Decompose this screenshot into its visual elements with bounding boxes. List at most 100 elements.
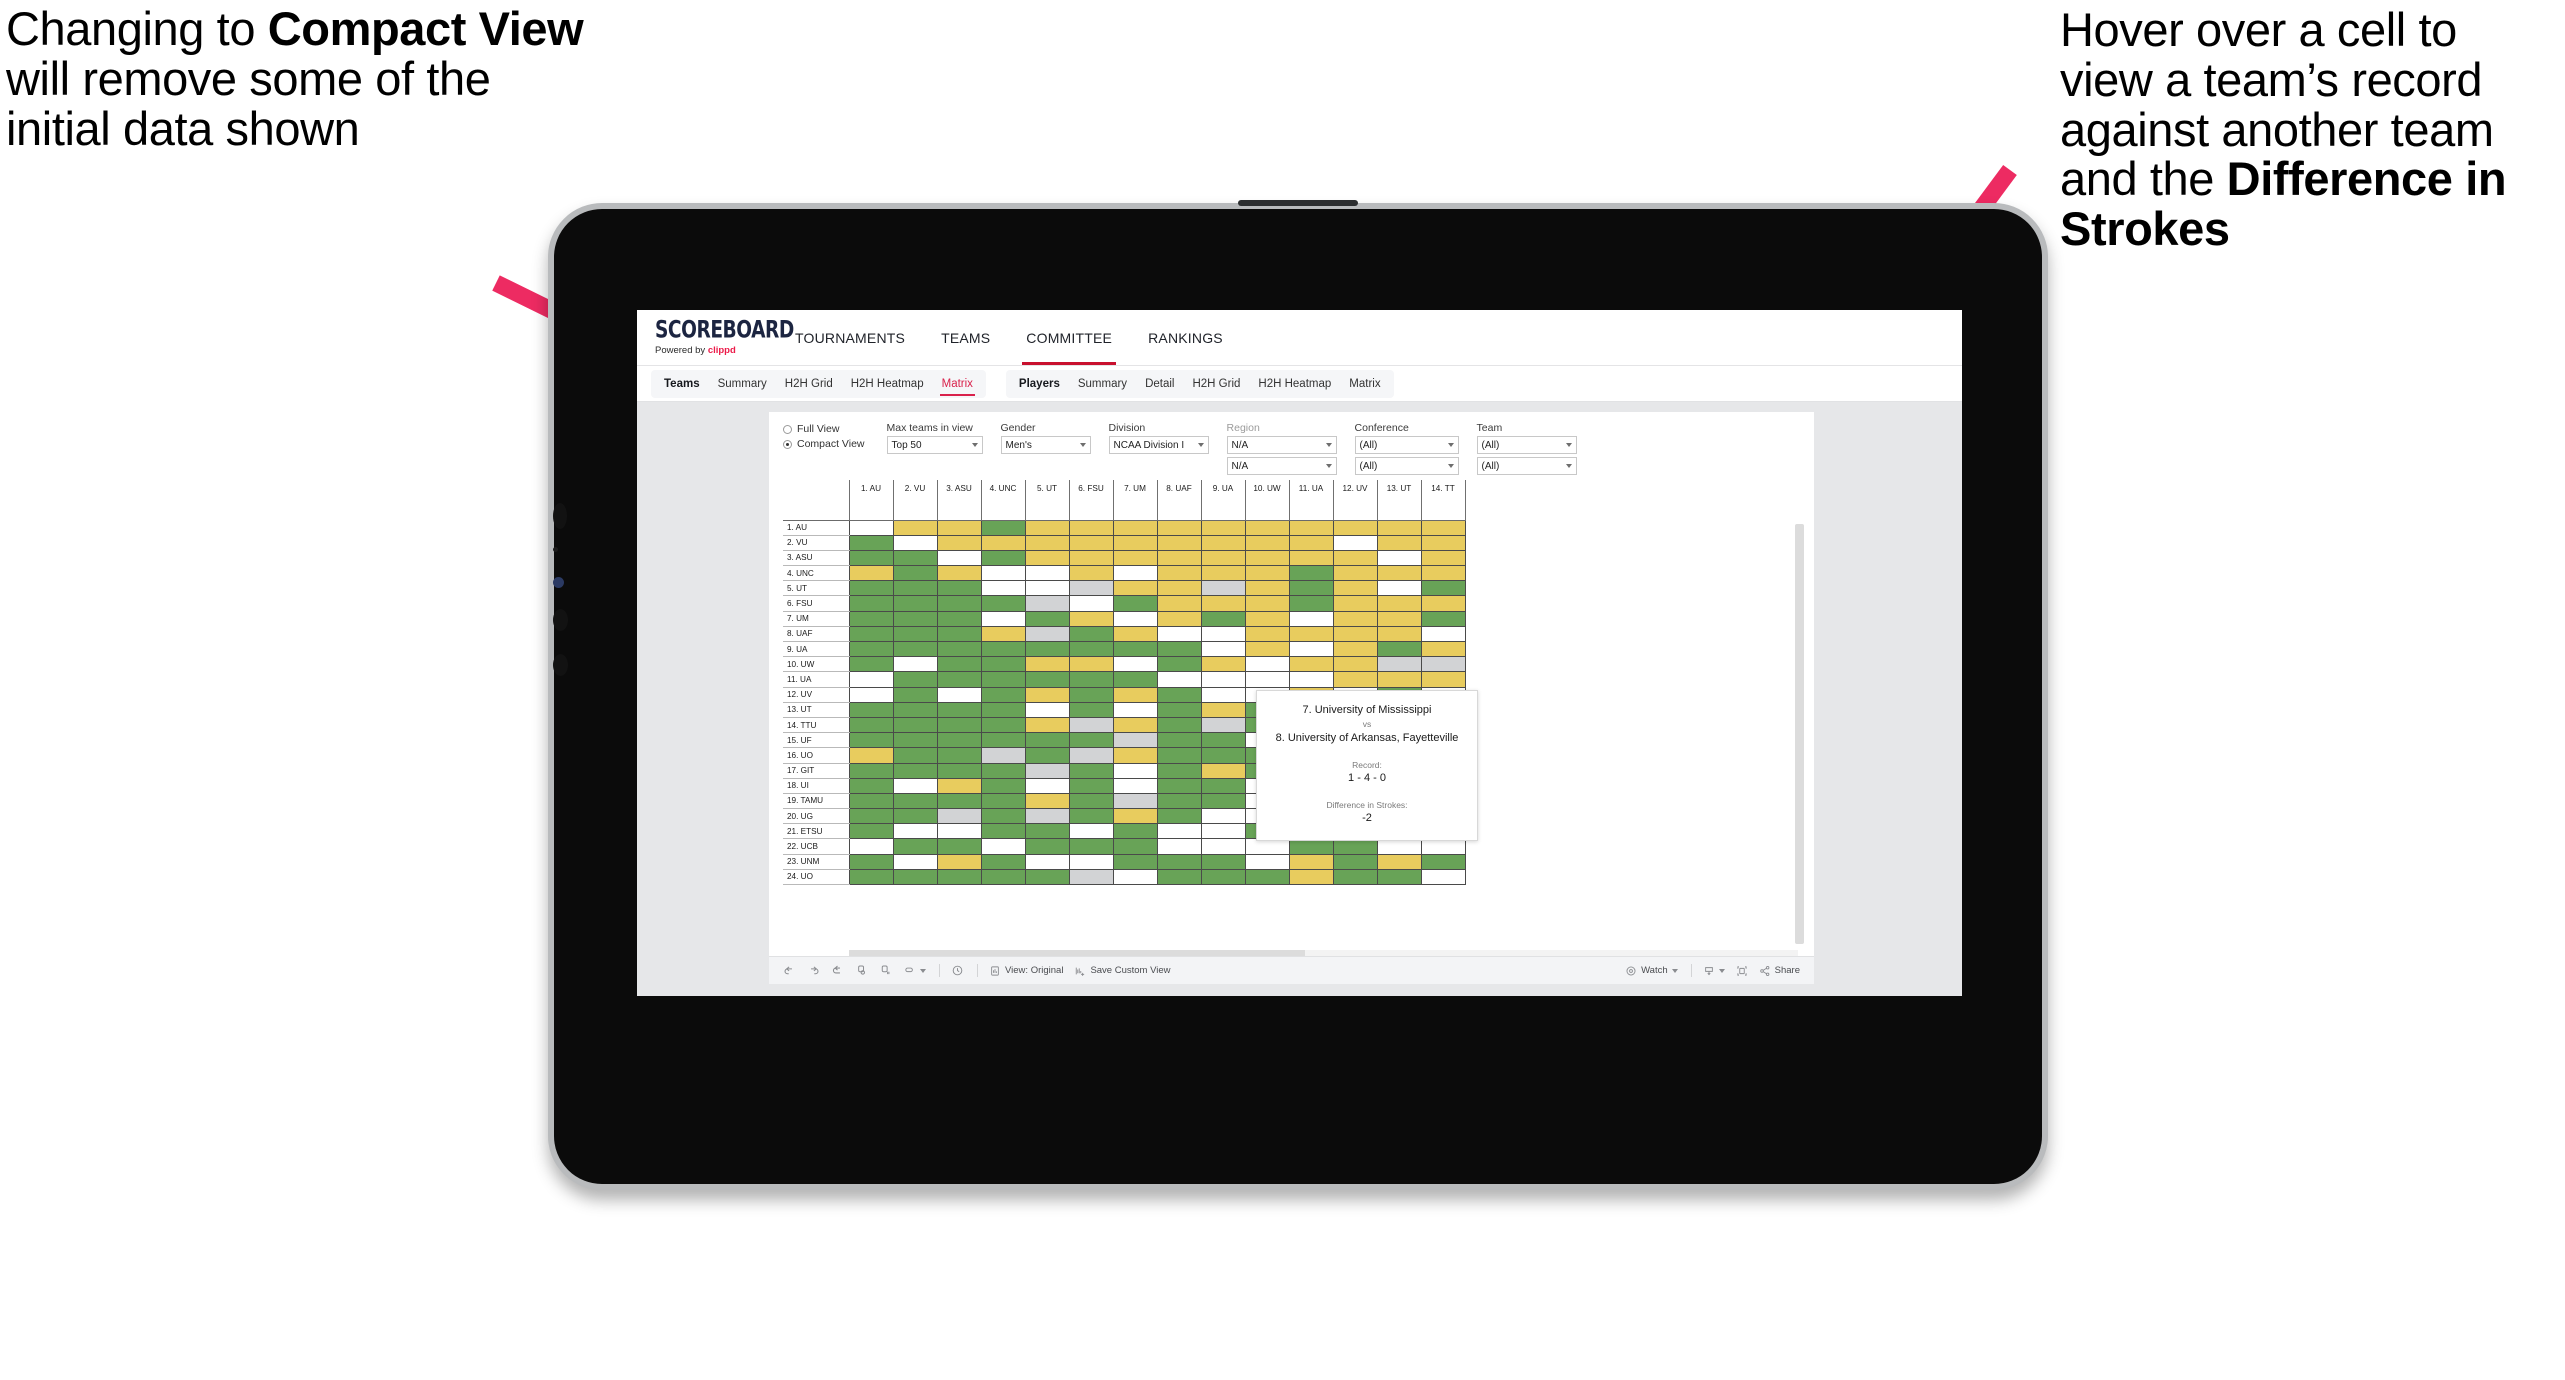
- matrix-cell[interactable]: [892, 520, 938, 536]
- matrix-cell[interactable]: [848, 671, 894, 688]
- filter-team-select-2[interactable]: (All): [1476, 457, 1577, 475]
- matrix-cell[interactable]: [980, 687, 1026, 703]
- matrix-cell[interactable]: [1156, 520, 1202, 536]
- matrix-cell[interactable]: [1288, 641, 1334, 658]
- matrix-cell[interactable]: [936, 626, 982, 643]
- matrix-cell[interactable]: [1112, 550, 1158, 567]
- matrix-cell[interactable]: [1156, 687, 1202, 703]
- matrix-cell[interactable]: [1200, 656, 1246, 673]
- matrix-cell[interactable]: [1200, 869, 1246, 886]
- matrix-cell[interactable]: [892, 717, 938, 734]
- matrix-cell[interactable]: [936, 520, 982, 536]
- matrix-cell[interactable]: [1376, 520, 1422, 536]
- matrix-cell[interactable]: [848, 854, 894, 870]
- matrix-cell[interactable]: [1288, 580, 1334, 597]
- matrix-cell[interactable]: [848, 823, 894, 840]
- matrix-cell[interactable]: [1420, 595, 1466, 612]
- matrix-cell[interactable]: [1200, 702, 1246, 718]
- matrix-cell[interactable]: [1244, 854, 1290, 870]
- matrix-cell[interactable]: [1112, 535, 1158, 551]
- radio-full-view[interactable]: Full View: [783, 422, 865, 437]
- matrix-cell[interactable]: [980, 535, 1026, 551]
- matrix-cell[interactable]: [980, 732, 1026, 749]
- matrix-cell[interactable]: [1244, 671, 1290, 688]
- share-button[interactable]: Share: [1759, 965, 1800, 977]
- matrix-cell[interactable]: [1068, 611, 1114, 627]
- matrix-cell[interactable]: [848, 550, 894, 567]
- subnav-teams-matrix[interactable]: Matrix: [933, 370, 982, 398]
- matrix-cell[interactable]: [848, 641, 894, 658]
- pause-dropdown-button[interactable]: [903, 964, 926, 977]
- matrix-cell[interactable]: [848, 611, 894, 627]
- matrix-cell[interactable]: [1024, 611, 1070, 627]
- matrix-cell[interactable]: [1024, 580, 1070, 597]
- matrix-cell[interactable]: [1068, 595, 1114, 612]
- matrix-cell[interactable]: [1288, 656, 1334, 673]
- matrix-cell[interactable]: [1244, 550, 1290, 567]
- matrix-cell[interactable]: [1244, 641, 1290, 658]
- subnav-players-matrix[interactable]: Matrix: [1340, 370, 1389, 398]
- matrix-cell[interactable]: [1244, 626, 1290, 643]
- matrix-cell[interactable]: [848, 656, 894, 673]
- matrix-cell[interactable]: [936, 656, 982, 673]
- matrix-cell[interactable]: [980, 656, 1026, 673]
- topnav-teams[interactable]: TEAMS: [923, 310, 1008, 365]
- matrix-cell[interactable]: [1200, 535, 1246, 551]
- matrix-cell[interactable]: [1200, 763, 1246, 779]
- matrix-cell[interactable]: [848, 732, 894, 749]
- matrix-cell[interactable]: [936, 702, 982, 718]
- filter-conference-select-2[interactable]: (All): [1354, 457, 1459, 475]
- matrix-cell[interactable]: [1420, 838, 1466, 855]
- matrix-cell[interactable]: [1112, 747, 1158, 764]
- matrix-cell[interactable]: [848, 717, 894, 734]
- matrix-cell[interactable]: [1068, 687, 1114, 703]
- matrix-cell[interactable]: [892, 580, 938, 597]
- matrix-cell[interactable]: [1156, 641, 1202, 658]
- matrix-cell[interactable]: [1332, 626, 1378, 643]
- matrix-cell[interactable]: [936, 565, 982, 582]
- matrix-cell[interactable]: [848, 687, 894, 703]
- matrix-cell[interactable]: [848, 626, 894, 643]
- matrix-cell[interactable]: [1420, 656, 1466, 673]
- matrix-cell[interactable]: [1244, 580, 1290, 597]
- matrix-cell[interactable]: [1156, 626, 1202, 643]
- matrix-cell[interactable]: [848, 763, 894, 779]
- matrix-cell[interactable]: [1068, 747, 1114, 764]
- matrix-cell[interactable]: [1156, 747, 1202, 764]
- matrix-cell[interactable]: [1332, 520, 1378, 536]
- matrix-cell[interactable]: [980, 747, 1026, 764]
- matrix-cell[interactable]: [936, 550, 982, 567]
- matrix-cell[interactable]: [1376, 671, 1422, 688]
- matrix-cell[interactable]: [1376, 656, 1422, 673]
- refresh-button[interactable]: [855, 964, 868, 977]
- matrix-cell[interactable]: [892, 687, 938, 703]
- matrix-cell[interactable]: [1420, 550, 1466, 567]
- matrix-cell[interactable]: [1288, 611, 1334, 627]
- matrix-cell[interactable]: [1200, 641, 1246, 658]
- matrix-cell[interactable]: [1068, 823, 1114, 840]
- matrix-cell[interactable]: [1156, 778, 1202, 794]
- matrix-cell[interactable]: [848, 520, 894, 536]
- matrix-cell[interactable]: [892, 778, 938, 794]
- matrix-cell[interactable]: [1156, 808, 1202, 825]
- download-button[interactable]: [1703, 965, 1725, 977]
- matrix-cell[interactable]: [1024, 702, 1070, 718]
- filter-team-select-1[interactable]: (All): [1476, 436, 1577, 454]
- matrix-cell[interactable]: [1376, 611, 1422, 627]
- matrix-cell[interactable]: [1288, 626, 1334, 643]
- matrix-cell[interactable]: [936, 838, 982, 855]
- matrix-cell[interactable]: [1112, 854, 1158, 870]
- matrix-cell[interactable]: [980, 595, 1026, 612]
- matrix-cell[interactable]: [936, 535, 982, 551]
- matrix-cell[interactable]: [892, 823, 938, 840]
- matrix-cell[interactable]: [848, 702, 894, 718]
- matrix-cell[interactable]: [1024, 793, 1070, 810]
- matrix-cell[interactable]: [1156, 823, 1202, 840]
- pause-refresh-clock-button[interactable]: [951, 964, 964, 977]
- matrix-cell[interactable]: [892, 611, 938, 627]
- matrix-cell[interactable]: [1420, 671, 1466, 688]
- matrix-cell[interactable]: [1200, 732, 1246, 749]
- matrix-cell[interactable]: [936, 778, 982, 794]
- matrix-cell[interactable]: [1244, 611, 1290, 627]
- matrix-cell[interactable]: [1244, 838, 1290, 855]
